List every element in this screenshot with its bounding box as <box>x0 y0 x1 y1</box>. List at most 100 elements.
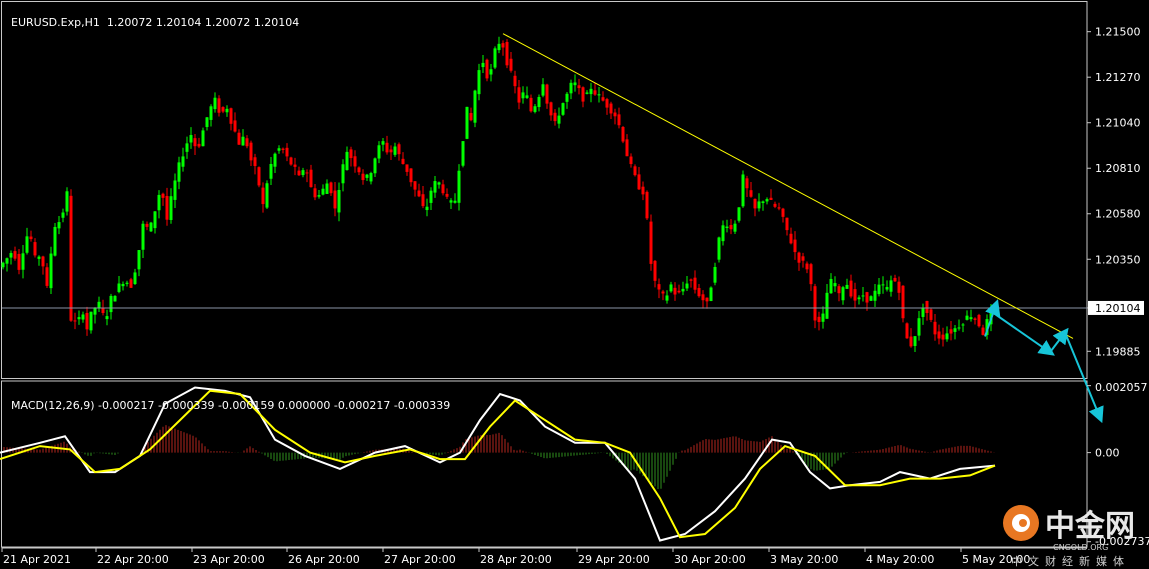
candle-body <box>421 194 425 207</box>
candle-body <box>725 226 729 229</box>
price-tick-label: 1.20350 <box>1095 253 1141 266</box>
candle-body <box>681 288 685 292</box>
candle-body <box>53 226 57 256</box>
candle-body <box>345 151 349 171</box>
candle-body <box>597 94 601 96</box>
candle-body <box>501 43 505 48</box>
candle-body <box>489 69 493 75</box>
candle-body <box>357 167 361 173</box>
candle-body <box>869 296 873 301</box>
candle-body <box>273 153 277 167</box>
candle-body <box>293 164 297 167</box>
candle-body <box>945 333 949 340</box>
candle-body <box>901 285 905 319</box>
candle-body <box>5 258 9 264</box>
time-axis-group: 21 Apr 2021 22 Apr 20:00 23 Apr 20:00 26 Ap… <box>1 547 1087 566</box>
candle-body <box>617 114 621 126</box>
candle-body <box>685 283 689 289</box>
candle-body <box>745 178 749 189</box>
candle-body <box>201 130 205 147</box>
candle-body <box>89 311 93 331</box>
candle-body <box>573 82 577 86</box>
watermark-url: CNGOLD.ORG <box>1053 543 1109 552</box>
candle-body <box>593 90 597 95</box>
candle-body <box>689 279 693 281</box>
candle-body <box>541 84 545 96</box>
candle-body <box>461 141 465 166</box>
candle-body <box>929 309 933 320</box>
candle-body <box>77 317 81 320</box>
candle-body <box>865 292 869 303</box>
candle-body <box>805 263 809 270</box>
candle-body <box>85 312 89 330</box>
candle-body <box>441 184 445 194</box>
macd-tick-label: 0.002057 <box>1095 381 1148 394</box>
candle-body <box>769 197 773 200</box>
candle-body <box>529 97 533 112</box>
time-tick-label: 26 Apr 20:00 <box>288 553 360 566</box>
candle-body <box>121 284 125 287</box>
candle-body <box>185 143 189 152</box>
time-tick-label: 21 Apr 2021 <box>3 553 71 566</box>
candle-body <box>761 201 765 204</box>
candle-body <box>657 284 661 290</box>
candle-body <box>377 145 381 159</box>
candle-body <box>417 190 421 197</box>
candle-body <box>933 321 937 335</box>
watermark-name: 中金网 <box>1045 509 1135 544</box>
time-tick-label: 28 Apr 20:00 <box>480 553 552 566</box>
candle-body <box>113 295 117 302</box>
candle-body <box>837 286 841 294</box>
candle-body <box>361 173 365 181</box>
candle-body <box>41 256 45 267</box>
candle-body <box>205 117 209 127</box>
candle-body <box>13 251 17 259</box>
forecast-arrow <box>1049 327 1069 353</box>
candle-body <box>953 328 957 332</box>
candle-body <box>505 41 509 66</box>
symbol-label: EURUSD.Exp,H1 <box>11 16 100 29</box>
candle-body <box>873 290 877 301</box>
candle-body <box>817 316 821 323</box>
candle-body <box>785 217 789 231</box>
candle-body <box>729 225 733 230</box>
candle-body <box>673 287 677 295</box>
candle-body <box>141 223 145 250</box>
candle-body <box>257 167 261 186</box>
price-tick-label: 1.21040 <box>1095 117 1141 130</box>
candle-body <box>465 106 469 139</box>
candle-body <box>789 233 793 244</box>
candle-body <box>245 138 249 147</box>
candle-body <box>521 92 525 99</box>
candle-body <box>325 183 329 194</box>
candle-body <box>309 169 313 188</box>
candle-body <box>749 190 753 197</box>
candle-body <box>229 108 233 124</box>
candle-body <box>217 98 221 113</box>
watermark-logo: 中金网 CNGOLD.ORG 中文财经新媒体 <box>1001 501 1135 568</box>
candle-body <box>877 284 881 295</box>
candle-body <box>893 277 897 282</box>
current-price-label: 1.20104 <box>1095 302 1141 315</box>
candle-body <box>25 236 29 253</box>
candle-body <box>565 93 569 102</box>
price-axis-group: 1.19885 1.20350 1.20580 1.20810 1.21040 1.212… <box>1 1 1144 548</box>
candle-body <box>773 203 777 207</box>
candle-body <box>281 148 285 150</box>
candle-body <box>649 221 653 264</box>
candle-body <box>609 103 613 114</box>
candle-body <box>977 314 981 327</box>
candle-body <box>641 186 645 195</box>
candle-body <box>373 158 377 174</box>
candle-body <box>821 313 825 322</box>
candle-body <box>405 164 409 172</box>
candle-body <box>197 143 201 147</box>
candle-body <box>469 113 473 121</box>
candle-body <box>717 237 721 260</box>
candle-body <box>341 164 345 184</box>
candle-body <box>733 223 737 232</box>
candle-body <box>297 170 301 176</box>
candle-body <box>777 207 781 209</box>
time-tick-label: 27 Apr 20:00 <box>384 553 456 566</box>
candle-body <box>109 295 113 313</box>
